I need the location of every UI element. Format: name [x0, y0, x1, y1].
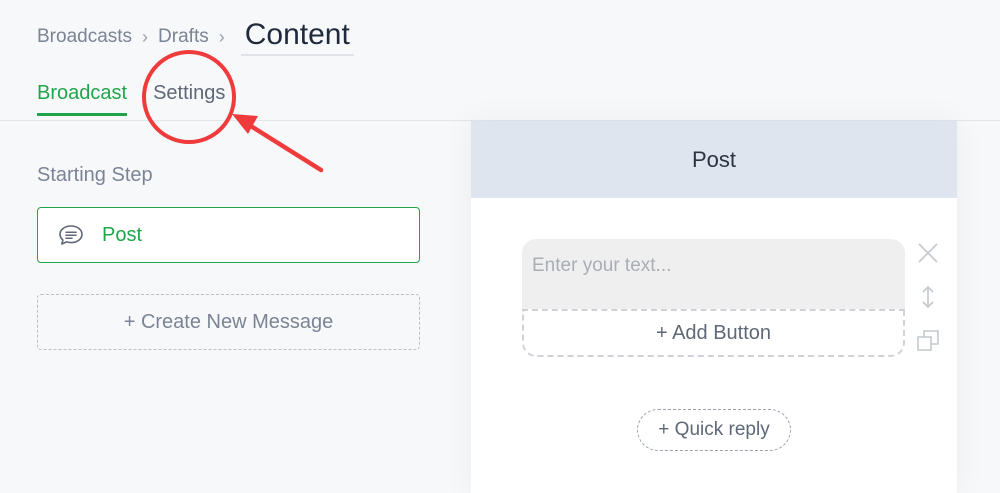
panel-title: Post [471, 121, 957, 198]
annotation-arrowhead [232, 114, 258, 134]
duplicate-icon[interactable] [916, 329, 940, 353]
add-button-button[interactable]: + Add Button [522, 309, 905, 357]
message-icon [59, 225, 83, 245]
tab-broadcast[interactable]: Broadcast [37, 82, 128, 116]
breadcrumb-broadcasts[interactable]: Broadcasts [37, 26, 132, 48]
text-message-block: Enter your text... + Add Button [522, 239, 905, 357]
tab-settings[interactable]: Settings [153, 82, 225, 116]
block-tools [916, 241, 940, 373]
chevron-right-icon: › [142, 26, 149, 47]
annotation-arrow [243, 120, 324, 173]
message-text-input[interactable]: Enter your text... [522, 239, 905, 309]
quick-reply-button[interactable]: + Quick reply [637, 409, 791, 451]
starting-step-card[interactable]: Post [37, 207, 420, 263]
message-editor-panel: Post Enter your text... + Add Button + Q… [471, 121, 957, 493]
resize-vertical-icon[interactable] [916, 285, 940, 309]
create-new-message-button[interactable]: + Create New Message [37, 294, 420, 350]
breadcrumb-drafts[interactable]: Drafts [158, 26, 209, 48]
tab-bar: Broadcast Settings [37, 82, 251, 116]
close-icon[interactable] [916, 241, 940, 265]
breadcrumb: Broadcasts › Drafts › Content [37, 18, 354, 56]
page-title[interactable]: Content [240, 18, 354, 56]
chevron-right-icon: › [218, 26, 225, 47]
starting-step-label: Post [102, 223, 143, 246]
starting-step-title: Starting Step [37, 164, 153, 186]
